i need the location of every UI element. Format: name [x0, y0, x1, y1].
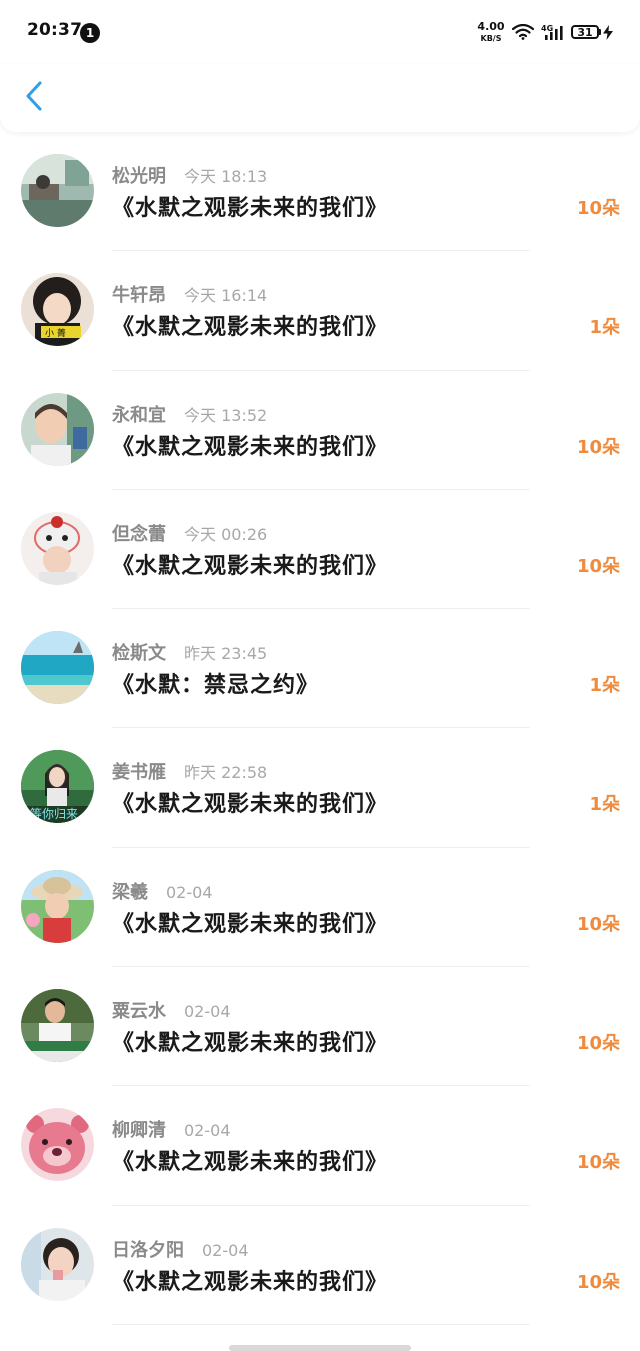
sender-name: 梁羲 02-04 [112, 881, 213, 903]
status-bar: 20:37 1 4.00 KB/S 4G 31 [0, 0, 640, 64]
chevron-left-icon [26, 81, 42, 111]
sender-name: 检斯文 昨天 23:45 [112, 643, 268, 665]
notification-badge: 1 [80, 23, 100, 43]
work-title[interactable]: 《水默：禁忌之约》 [112, 667, 319, 699]
sender-name: 日洛夕阳 02-04 [112, 1239, 249, 1261]
send-time: 昨天 22:58 [184, 763, 268, 783]
send-time: 今天 16:14 [184, 286, 268, 306]
work-title[interactable]: 《水默之观影未来的我们》 [112, 906, 388, 938]
avatar[interactable]: 小 菁 [21, 273, 94, 347]
charging-icon [603, 25, 613, 44]
work-title[interactable]: 《水默之观影未来的我们》 [112, 1025, 388, 1057]
sender-name: 牛轩昂 今天 16:14 [112, 285, 268, 307]
avatar[interactable] [21, 392, 94, 466]
avatar[interactable] [21, 1108, 94, 1182]
list-item[interactable]: 松光明 今天 18:13 《水默之观影未来的我们》 10朵 [0, 132, 640, 252]
list-item[interactable]: 梁羲 02-04 《水默之观影未来的我们》 10朵 [0, 848, 640, 968]
send-time: 02-04 [184, 1121, 231, 1141]
send-time: 今天 18:13 [184, 167, 268, 186]
cellular-signal-icon: 4G [541, 24, 565, 45]
avatar[interactable] [21, 869, 94, 943]
back-button[interactable] [18, 78, 54, 114]
sender-name: 柳卿清 02-04 [112, 1120, 231, 1142]
status-time: 20:37 [27, 20, 83, 40]
work-title[interactable]: 《水默之观影未来的我们》 [112, 1144, 388, 1176]
wifi-icon [511, 23, 535, 44]
avatar[interactable] [21, 989, 94, 1063]
list-item[interactable]: 柳卿清 02-04 《水默之观影未来的我们》 10朵 [0, 1086, 640, 1206]
network-speed: 4.00 KB/S [476, 20, 506, 44]
send-time: 02-04 [166, 882, 213, 902]
avatar[interactable] [21, 154, 94, 227]
list-item[interactable]: 但念蕾 今天 00:26 《水默之观影未来的我们》 10朵 [0, 490, 640, 610]
network-speed-value: 4.00 [477, 20, 505, 33]
avatar[interactable]: 等你归来 [21, 750, 94, 824]
list-item[interactable]: 小 菁 牛轩昂 今天 16:14 《水默之观影未来的我们》 1朵 [0, 251, 640, 371]
send-time: 02-04 [184, 1002, 231, 1022]
list-item[interactable]: 粟云水 02-04 《水默之观影未来的我们》 10朵 [0, 967, 640, 1087]
battery-tip [599, 29, 601, 35]
list-item[interactable]: 日洛夕阳 02-04 《水默之观影未来的我们》 10朵 [0, 1206, 640, 1325]
divider [112, 1323, 530, 1325]
avatar[interactable] [21, 631, 94, 705]
network-speed-unit: KB/S [480, 34, 502, 43]
home-indicator[interactable] [229, 1345, 411, 1351]
send-time: 今天 00:26 [184, 524, 268, 544]
flower-amount: 1朵 [589, 794, 620, 816]
send-time: 02-04 [202, 1240, 249, 1260]
send-time: 昨天 23:45 [184, 644, 268, 664]
work-title[interactable]: 《水默之观影未来的我们》 [112, 190, 388, 222]
flower-amount: 10朵 [576, 1271, 620, 1293]
flower-amount: 10朵 [576, 913, 620, 935]
nav-bar [0, 64, 640, 132]
work-title[interactable]: 《水默之观影未来的我们》 [112, 309, 388, 341]
flower-amount: 10朵 [576, 1152, 620, 1174]
flower-amount: 1朵 [589, 317, 620, 339]
flower-amount: 10朵 [576, 1033, 620, 1055]
list-item[interactable]: 检斯文 昨天 23:45 《水默：禁忌之约》 1朵 [0, 609, 640, 729]
network-type-label: 4G [541, 24, 553, 33]
work-title[interactable]: 《水默之观影未来的我们》 [112, 786, 388, 818]
avatar[interactable] [21, 511, 94, 585]
flower-amount: 10朵 [576, 198, 620, 219]
sender-name: 但念蕾 今天 00:26 [112, 523, 268, 545]
list-item[interactable]: 等你归来 姜书雁 昨天 22:58 《水默之观影未来的我们》 1朵 [0, 728, 640, 848]
sender-name: 永和宜 今天 13:52 [112, 404, 268, 426]
sender-name: 粟云水 02-04 [112, 1001, 231, 1023]
avatar-caption: 等你归来 [30, 807, 78, 821]
flower-amount: 10朵 [576, 555, 620, 577]
gift-record-list: 松光明 今天 18:13 《水默之观影未来的我们》 10朵 小 菁 牛轩昂 今天 1… [0, 132, 640, 1325]
work-title[interactable]: 《水默之观影未来的我们》 [112, 548, 388, 580]
battery-indicator: 31 [571, 25, 599, 39]
list-item[interactable]: 永和宜 今天 13:52 《水默之观影未来的我们》 10朵 [0, 371, 640, 490]
avatar-caption: 小 菁 [45, 327, 66, 339]
work-title[interactable]: 《水默之观影未来的我们》 [112, 429, 388, 461]
sender-name: 姜书雁 昨天 22:58 [112, 762, 268, 784]
flower-amount: 1朵 [589, 675, 620, 697]
send-time: 今天 13:52 [184, 405, 268, 425]
sender-name: 松光明 今天 18:13 [112, 166, 268, 187]
work-title[interactable]: 《水默之观影未来的我们》 [112, 1264, 388, 1296]
flower-amount: 10朵 [576, 436, 620, 458]
avatar[interactable] [21, 1227, 94, 1301]
